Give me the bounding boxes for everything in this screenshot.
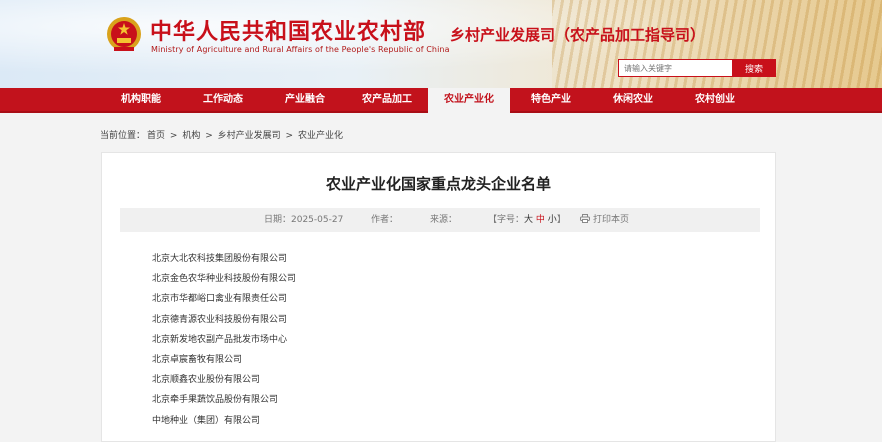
nav-item-work-news[interactable]: 工作动态: [182, 88, 264, 111]
list-item: 北京金色农华种业科技股份有限公司: [152, 274, 297, 285]
breadcrumb-separator: >: [169, 131, 178, 141]
breadcrumb: 当前位置： 首页 > 机构 > 乡村产业发展司 > 农业产业化: [100, 128, 345, 141]
list-item: 北京新发地农副产品批发市场中心: [152, 334, 288, 345]
nav-item-institution[interactable]: 机构职能: [100, 88, 182, 111]
breadcrumb-institution[interactable]: 机构: [182, 131, 200, 141]
list-item: 北京大北农科技集团股份有限公司: [152, 254, 288, 264]
font-size-large-button[interactable]: 大: [524, 215, 533, 225]
list-item: 北京德青源农业科技股份有限公司: [152, 314, 288, 325]
nav-item-processing[interactable]: 农产品加工: [346, 88, 428, 111]
breadcrumb-current[interactable]: 农业产业化: [298, 131, 343, 141]
site-header: 中华人民共和国农业农村部 Ministry of Agriculture and…: [0, 0, 882, 88]
print-link[interactable]: 打印本页: [580, 208, 629, 232]
list-item: 北京卓宸畜牧有限公司: [152, 354, 243, 365]
search-input[interactable]: [618, 59, 732, 77]
print-label: 打印本页: [593, 215, 630, 225]
site-title-english: Ministry of Agriculture and Rural Affair…: [151, 45, 450, 54]
search-button[interactable]: 搜索: [732, 59, 776, 77]
list-item: 北京顺鑫农业股份有限公司: [152, 375, 261, 386]
article-author: 作者：: [371, 215, 399, 225]
search-bar: 搜索: [618, 59, 776, 77]
font-size-medium-button[interactable]: 中: [536, 215, 545, 225]
font-size-small-button[interactable]: 小: [548, 215, 557, 225]
font-size-label: 【字号：: [488, 215, 525, 225]
article-title: 农业产业化国家重点龙头企业名单: [325, 175, 551, 193]
national-emblem-icon: [107, 17, 141, 51]
article-date: 日期：2025-05-27: [264, 215, 344, 225]
nav-item-industrialization[interactable]: 农业产业化: [428, 88, 510, 113]
nav-item-specialty[interactable]: 特色产业: [510, 88, 592, 111]
company-list: 北京大北农科技集团股份有限公司 北京金色农华种业科技股份有限公司 北京市华都峪口…: [152, 253, 296, 435]
breadcrumb-department[interactable]: 乡村产业发展司: [218, 131, 281, 141]
nav-item-leisure[interactable]: 休闲农业: [592, 88, 674, 111]
list-item: 北京牵手果蔬饮品股份有限公司: [152, 395, 279, 406]
list-item: 北京市华都峪口禽业有限责任公司: [152, 294, 288, 305]
font-size-controls: 【字号：大 中 小】: [488, 208, 566, 232]
nav-item-entrepreneurship[interactable]: 农村创业: [674, 88, 756, 111]
breadcrumb-prefix: 当前位置：: [100, 131, 146, 141]
article-panel: 农业产业化国家重点龙头企业名单 日期：2025-05-27 作者： 来源： 【字…: [101, 152, 776, 442]
article-source: 来源：: [430, 215, 458, 225]
main-nav: 机构职能 工作动态 产业融合 农产品加工 农业产业化 特色产业 休闲农业 农村创…: [0, 88, 882, 113]
site-title[interactable]: 中华人民共和国农业农村部: [150, 14, 426, 46]
department-title: 乡村产业发展司（农产品加工指导司）: [450, 26, 706, 44]
breadcrumb-separator: >: [205, 131, 213, 141]
article-meta-bar: 日期：2025-05-27 作者： 来源： 【字号：大 中 小】 打印本页: [120, 208, 760, 232]
nav-item-industry-integration[interactable]: 产业融合: [264, 88, 346, 111]
list-item: 中地种业（集团）有限公司: [152, 415, 261, 426]
breadcrumb-separator: >: [285, 131, 294, 141]
printer-icon: [580, 214, 590, 223]
breadcrumb-home[interactable]: 首页: [147, 131, 165, 141]
font-size-bracket: 】: [556, 215, 566, 225]
